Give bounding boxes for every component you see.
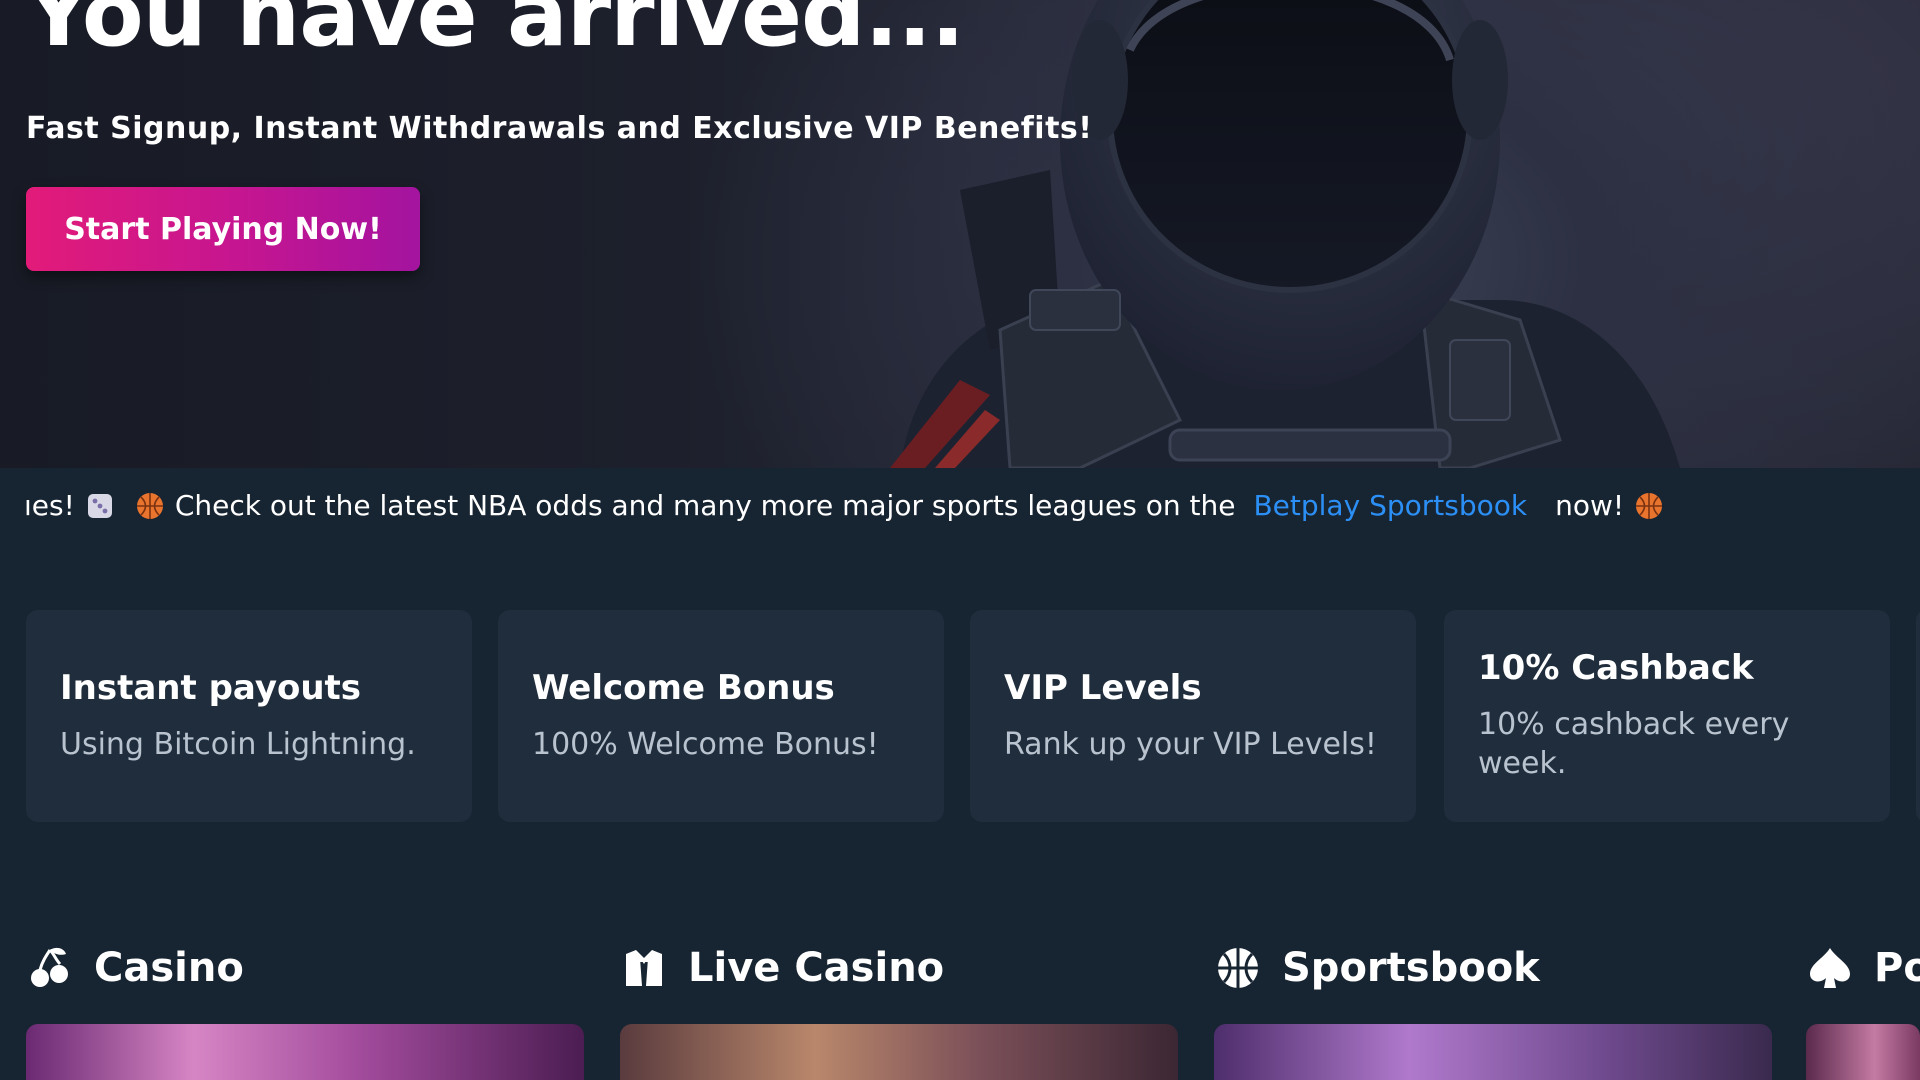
poker-thumbnail[interactable]	[1806, 1024, 1920, 1080]
feature-card-desc: 100% Welcome Bonus!	[532, 727, 879, 762]
ticker-lead-text: ıes!	[24, 489, 75, 522]
ball-icon	[1218, 948, 1258, 988]
feature-card-title: Welcome Bonus	[532, 668, 835, 708]
basketball-icon	[136, 492, 163, 519]
feature-card-cashback: 10% Cashback 10% cashback every week.	[1444, 610, 1890, 822]
ticker-tail: now!	[1555, 489, 1625, 522]
feature-card-title: VIP Levels	[1004, 668, 1202, 708]
feature-card-partial	[1916, 610, 1920, 822]
spade-icon	[1810, 948, 1850, 988]
hero-subtitle: Fast Signup, Instant Withdrawals and Exc…	[26, 111, 1093, 146]
feature-cards: Instant payouts Using Bitcoin Lightning.…	[26, 610, 1920, 822]
sportsbook-link[interactable]: Betplay Sportsbook	[1253, 489, 1527, 522]
feature-card-desc: Rank up your VIP Levels!	[1004, 727, 1377, 762]
start-playing-button[interactable]: Start Playing Now!	[26, 187, 420, 271]
category-live-casino[interactable]: Live Casino	[620, 940, 944, 996]
category-sportsbook[interactable]: Sportsbook	[1214, 940, 1540, 996]
news-ticker: ıes! Check out the latest NBA odds and m…	[0, 468, 1920, 546]
dealer-icon	[626, 950, 662, 986]
feature-card-instant-payouts: Instant payouts Using Bitcoin Lightning.	[26, 610, 472, 822]
category-poker[interactable]: Po	[1806, 940, 1920, 996]
feature-card-welcome-bonus: Welcome Bonus 100% Welcome Bonus!	[498, 610, 944, 822]
ticker-message: Check out the latest NBA odds and many m…	[174, 489, 1236, 522]
dice-icon	[87, 493, 112, 518]
category-label: Live Casino	[688, 945, 945, 991]
category-label: Po	[1874, 945, 1920, 991]
cherries-icon	[31, 947, 68, 987]
category-casino[interactable]: Casino	[26, 940, 244, 996]
feature-card-title: Instant payouts	[60, 668, 362, 708]
live-casino-thumbnail[interactable]	[620, 1024, 1178, 1080]
category-label: Sportsbook	[1282, 945, 1540, 991]
hero-title: You have arrived...	[26, 0, 965, 67]
hero-banner: You have arrived... Fast Signup, Instant…	[0, 0, 1920, 468]
feature-card-title: 10% Cashback	[1478, 648, 1754, 688]
category-label: Casino	[94, 945, 244, 991]
basketball-icon	[1636, 492, 1663, 519]
casino-thumbnail[interactable]	[26, 1024, 584, 1080]
feature-card-desc: Using Bitcoin Lightning.	[60, 727, 416, 762]
feature-card-vip-levels: VIP Levels Rank up your VIP Levels!	[970, 610, 1416, 822]
feature-card-desc: 10% cashback every week.	[1478, 707, 1790, 781]
sportsbook-thumbnail[interactable]	[1214, 1024, 1772, 1080]
